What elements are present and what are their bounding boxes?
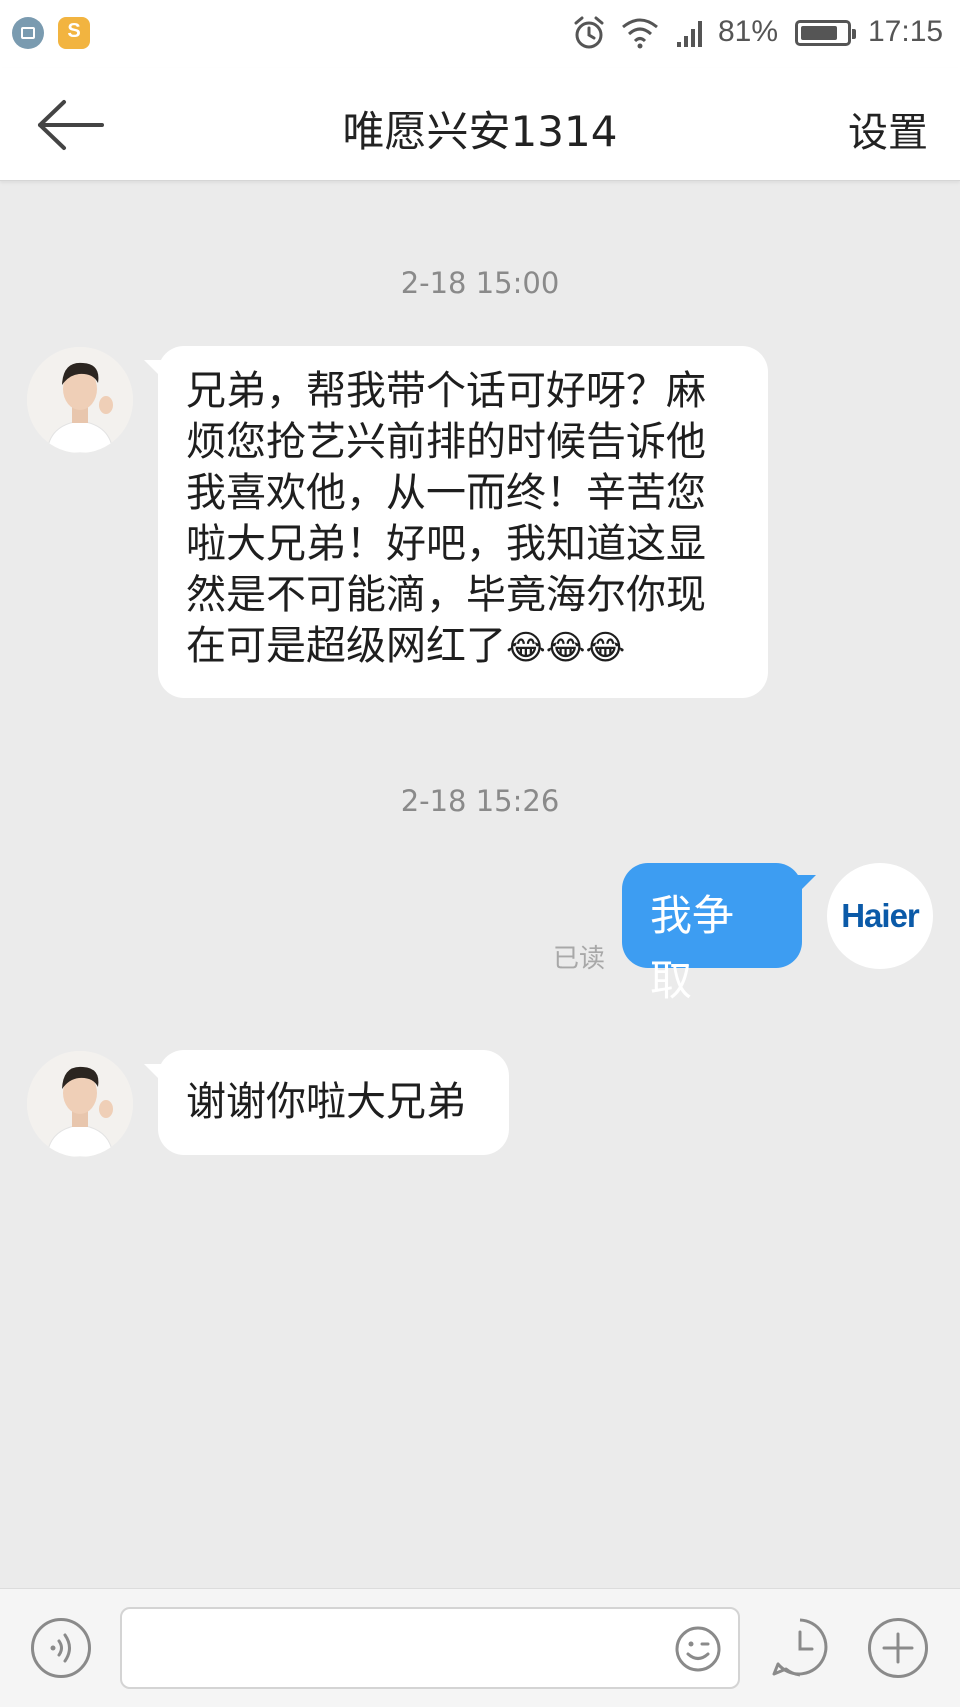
wifi-icon [622,18,658,49]
message-text: 谢谢你啦大兄弟 [186,1079,466,1125]
person-avatar-icon [27,347,133,453]
haier-logo: Haier [841,897,920,934]
message-input[interactable] [120,1607,740,1689]
message-line: 然是不可能滴，毕竟海尔你现 [186,572,706,618]
message-line: 兄弟，帮我带个话可好呀？麻 [186,368,706,414]
message-bubble-outgoing[interactable]: 我争取 [622,863,816,1005]
clock-time: 17:15 [868,15,944,48]
own-avatar[interactable]: Haier [827,863,933,969]
chat-title: 唯愿兴安1314 [342,107,618,156]
person-avatar-icon [27,1051,133,1157]
message-line-text: 在可是超级网红了 [186,623,506,669]
battery-fill [801,26,837,40]
battery-icon [795,20,856,46]
emoji-icon [675,1626,721,1672]
message-line: 在可是超级网红了😂😂😂 [186,621,740,674]
emoji-button[interactable] [673,1624,723,1674]
message-bubble-incoming[interactable]: 兄弟，帮我带个话可好呀？麻 烦您抢艺兴前排的时候告诉他 我喜欢他，从一而终！辛苦… [144,346,768,698]
message-line: 烦您抢艺兴前排的时候告诉他 [186,419,706,465]
signal-icon [677,21,702,47]
gallery-app-icon [12,17,44,49]
voice-icon [50,1633,71,1663]
status-bar: 81% 17:15 [0,0,960,68]
notes-app-icon [58,17,90,49]
battery-percent: 81% [718,15,779,48]
message-bubble-incoming[interactable]: 谢谢你啦大兄弟 [144,1050,509,1155]
message-line: 我喜欢他，从一而终！辛苦您 [186,470,706,516]
contact-avatar[interactable] [27,1051,133,1157]
voice-button[interactable] [31,1618,91,1678]
chat-header: 唯愿兴安1314 设置 [0,68,960,181]
history-button[interactable] [770,1618,830,1678]
more-button[interactable] [868,1618,928,1678]
laughing-emoji-icon: 😂😂😂 [506,628,626,668]
message-line: 啦大兄弟！好吧，我知道这显 [186,521,706,567]
message-timestamp: 2-18 15:00 [400,266,560,300]
contact-avatar[interactable] [27,347,133,453]
plus-icon [882,1632,914,1664]
input-bar [0,1588,960,1707]
settings-button[interactable]: 设置 [848,100,928,158]
read-status: 已读 [553,944,606,974]
alarm-icon [574,16,604,49]
clock-icon [772,1618,828,1677]
message-timestamp: 2-18 15:26 [400,784,560,818]
message-text: 我争取 [650,891,735,1005]
